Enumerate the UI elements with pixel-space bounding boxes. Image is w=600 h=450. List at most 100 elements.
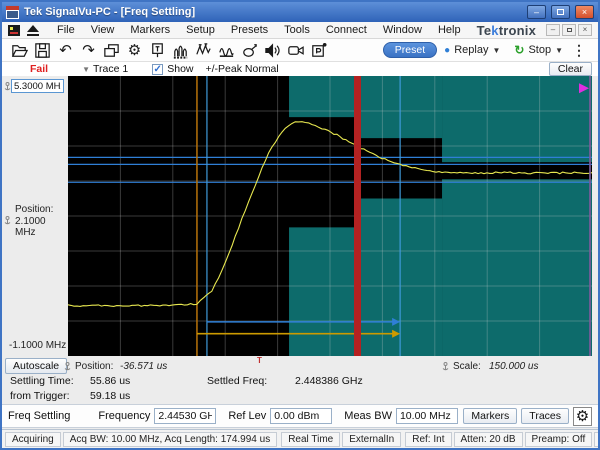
redo-icon[interactable]: ↷: [77, 40, 100, 61]
x-position-value[interactable]: -36.571 us: [120, 361, 167, 372]
time-overview-icon[interactable]: [215, 40, 238, 61]
stop-button[interactable]: ↻ Stop ▼: [507, 43, 570, 57]
settled-freq-label: Settled Freq:: [207, 375, 268, 387]
settings-bar: Freq Settling Frequency Ref Lev Meas BW …: [2, 404, 598, 428]
replay-dropdown-icon[interactable]: ▼: [492, 46, 500, 55]
traces-button[interactable]: Traces: [521, 408, 569, 424]
eject-icon[interactable]: [27, 24, 39, 36]
x-axis-bar: Autoscale Position: -36.571 us Scale: 15…: [2, 358, 598, 374]
ref-lev-label: Ref Lev: [228, 410, 267, 422]
overflow-menu-icon[interactable]: ⋮: [570, 42, 592, 59]
status-real-time: Real Time: [281, 431, 341, 447]
preset-button[interactable]: Preset: [382, 42, 438, 58]
status-atten: Atten: 20 dB: [453, 431, 523, 447]
text-marker-icon[interactable]: [146, 40, 169, 61]
show-checkbox[interactable]: ✓: [152, 63, 164, 75]
close-button[interactable]: ×: [575, 5, 594, 19]
mdi-minimize-button[interactable]: –: [546, 24, 560, 36]
from-trigger-label: from Trigger:: [10, 390, 70, 402]
position-label: Position:: [15, 204, 54, 215]
show-label: Show: [167, 63, 194, 75]
status-acq-bw-length: Acq BW: 10.00 MHz, Acq Length: 174.994 u…: [62, 431, 278, 447]
settled-freq-value: 2.448386 GHz: [295, 375, 363, 387]
displays-icon[interactable]: [100, 40, 123, 61]
menu-setup[interactable]: Setup: [178, 23, 223, 37]
vertical-scale-panel: Position: 2.1000 MHz -1.1000 MHz: [2, 76, 68, 358]
trace-bar: Fail ▼ Trace 1 ✓ Show +/-Peak Normal Cle…: [2, 62, 598, 76]
position-value[interactable]: 2.1000 MHz: [15, 216, 68, 238]
status-external-in: ExternalIn: [342, 431, 402, 447]
menu-markers[interactable]: Markers: [122, 23, 178, 37]
status-acquiring: Acquiring: [5, 431, 61, 447]
status-tg: TG: Off: [594, 431, 598, 447]
status-preamp: Preamp: Off: [524, 431, 593, 447]
menu-connect[interactable]: Connect: [318, 23, 375, 37]
settling-time-value: 55.86 us: [90, 375, 131, 387]
menu-help[interactable]: Help: [430, 23, 469, 37]
menu-bar: File View Markers Setup Presets Tools Co…: [2, 22, 598, 39]
anchor-icon[interactable]: [442, 362, 449, 374]
save-icon[interactable]: [31, 40, 54, 61]
top-scale-input[interactable]: [11, 79, 64, 93]
violation-bar: [354, 76, 361, 356]
meas-bw-input[interactable]: [395, 408, 458, 424]
tektronix-logo: Tektronix: [476, 22, 536, 38]
mask-region: [289, 227, 360, 356]
frequency-input[interactable]: [154, 408, 217, 424]
menu-presets[interactable]: Presets: [223, 23, 276, 37]
mdi-app-icon[interactable]: [8, 24, 21, 37]
stop-dropdown-icon[interactable]: ▼: [555, 46, 563, 55]
settings-gear-icon[interactable]: ⚙: [123, 40, 146, 61]
app-window: Tek SignalVu-PC - [Freq Settling] – × Fi…: [0, 0, 600, 450]
clear-button[interactable]: Clear: [548, 62, 592, 76]
preset-plus-icon[interactable]: [307, 40, 330, 61]
chart-region: Position: 2.1000 MHz -1.1000 MHz T: [2, 76, 598, 365]
menu-view[interactable]: View: [83, 23, 123, 37]
from-trigger-value: 59.18 us: [90, 390, 131, 402]
mdi-restore-button[interactable]: [562, 24, 576, 36]
restore-icon: [566, 28, 572, 32]
stop-refresh-icon: ↻: [514, 43, 525, 57]
settling-time-label: Settling Time:: [10, 375, 74, 387]
audio-icon[interactable]: [261, 40, 284, 61]
window-title: Tek SignalVu-PC - [Freq Settling]: [24, 6, 196, 18]
pan-icon[interactable]: [238, 40, 261, 61]
results-panel: Settling Time: 55.86 us Settled Freq: 2.…: [2, 374, 598, 404]
status-bar: Acquiring Acq BW: 10.00 MHz, Acq Length:…: [2, 429, 598, 448]
anchor-icon[interactable]: [4, 82, 11, 94]
ref-lev-input[interactable]: [270, 408, 333, 424]
detection-mode-label: +/-Peak Normal: [205, 63, 279, 75]
autoscale-button[interactable]: Autoscale: [5, 358, 68, 374]
frequency-label: Frequency: [98, 410, 151, 422]
x-scale-value[interactable]: 150.000 us: [489, 361, 539, 372]
status-ref: Ref: Int: [405, 431, 452, 447]
settling-plot[interactable]: [67, 76, 593, 356]
trace-selector[interactable]: Trace 1: [93, 63, 128, 75]
title-bar: Tek SignalVu-PC - [Freq Settling] – ×: [2, 2, 598, 22]
pass-fail-status: Fail: [30, 63, 49, 75]
markers-button[interactable]: Markers: [463, 408, 518, 424]
x-position-label: Position:: [75, 361, 114, 372]
undo-icon[interactable]: ↶: [54, 40, 77, 61]
menu-window[interactable]: Window: [375, 23, 430, 37]
spectrogram-icon[interactable]: [169, 40, 192, 61]
minimize-button[interactable]: –: [527, 5, 546, 19]
maximize-button[interactable]: [551, 5, 570, 19]
display-settings-gear-icon[interactable]: ⚙: [573, 406, 592, 426]
measurement-title: Freq Settling: [8, 410, 71, 422]
replay-dot-icon: ●: [444, 44, 451, 56]
anchor-icon[interactable]: [4, 216, 11, 228]
open-file-icon[interactable]: [8, 40, 31, 61]
trace-dropdown-icon[interactable]: ▼: [82, 65, 90, 74]
camera-icon[interactable]: [284, 40, 307, 61]
x-scale-label: Scale:: [453, 361, 481, 372]
peak-markers-icon[interactable]: [192, 40, 215, 61]
mask-region: [442, 76, 593, 163]
mdi-close-button[interactable]: ×: [578, 24, 592, 36]
replay-button[interactable]: ● Replay ▼: [437, 44, 507, 56]
anchor-icon[interactable]: [64, 362, 71, 374]
menu-tools[interactable]: Tools: [276, 23, 318, 37]
app-icon: [6, 5, 19, 19]
bottom-scale-value: -1.1000 MHz: [9, 340, 67, 351]
menu-file[interactable]: File: [49, 23, 83, 37]
